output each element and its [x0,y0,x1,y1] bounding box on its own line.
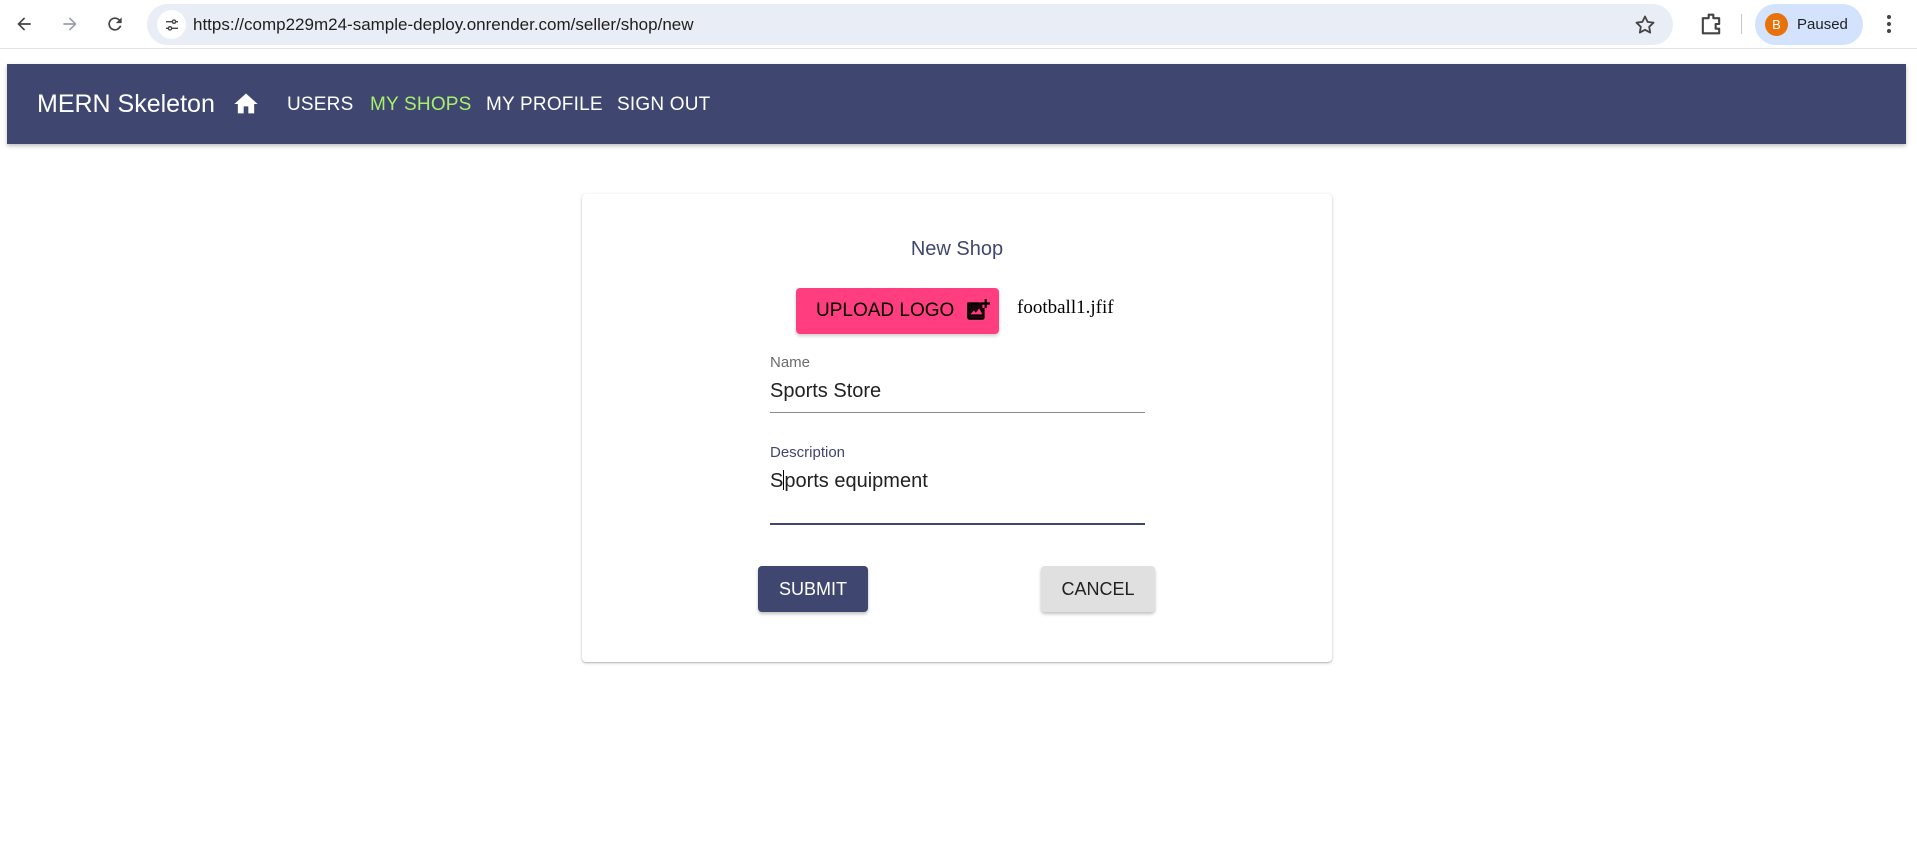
description-label: Description [770,444,846,461]
extensions-icon[interactable] [1697,10,1725,38]
nav-users[interactable]: USERS [287,94,353,116]
forward-arrow-icon [63,17,77,31]
add-photo-icon [967,299,990,320]
name-label: Name [770,354,811,371]
toolbar-divider [1741,14,1742,34]
forward-button[interactable] [54,8,86,40]
description-text-start: S [770,470,784,492]
description-text-end: ports equipment [784,470,928,492]
upload-logo-label: UPLOAD LOGO [816,300,955,321]
cancel-button[interactable]: CANCEL [1041,566,1155,612]
nav-my-shops[interactable]: MY SHOPS [370,94,472,116]
reload-button[interactable] [99,8,131,40]
profile-status: Paused [1797,16,1848,33]
browser-toolbar: https://comp229m24-sample-deploy.onrende… [0,0,1917,49]
name-underline [770,412,1145,413]
profile-button[interactable]: B Paused [1755,4,1863,45]
site-info-icon[interactable] [157,10,186,39]
new-shop-card: New Shop UPLOAD LOGO football1.jfif Name… [582,194,1332,662]
description-field[interactable]: Sports equipment [770,470,1145,493]
more-menu-icon[interactable] [1877,12,1901,36]
description-underline [770,523,1145,525]
back-arrow-icon [17,17,31,31]
selected-filename: football1.jfif [1017,297,1114,318]
nav-my-profile[interactable]: MY PROFILE [486,94,603,116]
avatar: B [1765,13,1788,36]
upload-logo-button[interactable]: UPLOAD LOGO [796,288,999,334]
brand-title: MERN Skeleton [37,90,215,118]
reload-icon [108,17,122,31]
home-icon[interactable] [232,90,260,118]
name-field[interactable]: Sports Store [770,380,1145,403]
nav-sign-out[interactable]: SIGN OUT [617,94,710,116]
card-title: New Shop [910,238,1004,260]
back-button[interactable] [8,8,40,40]
app-bar: MERN Skeleton USERS MY SHOPS MY PROFILE … [7,64,1906,144]
submit-button[interactable]: SUBMIT [758,566,868,612]
bookmark-star-icon[interactable] [1633,13,1657,37]
url-text: https://comp229m24-sample-deploy.onrende… [193,15,694,34]
address-bar[interactable]: https://comp229m24-sample-deploy.onrende… [147,4,1673,45]
